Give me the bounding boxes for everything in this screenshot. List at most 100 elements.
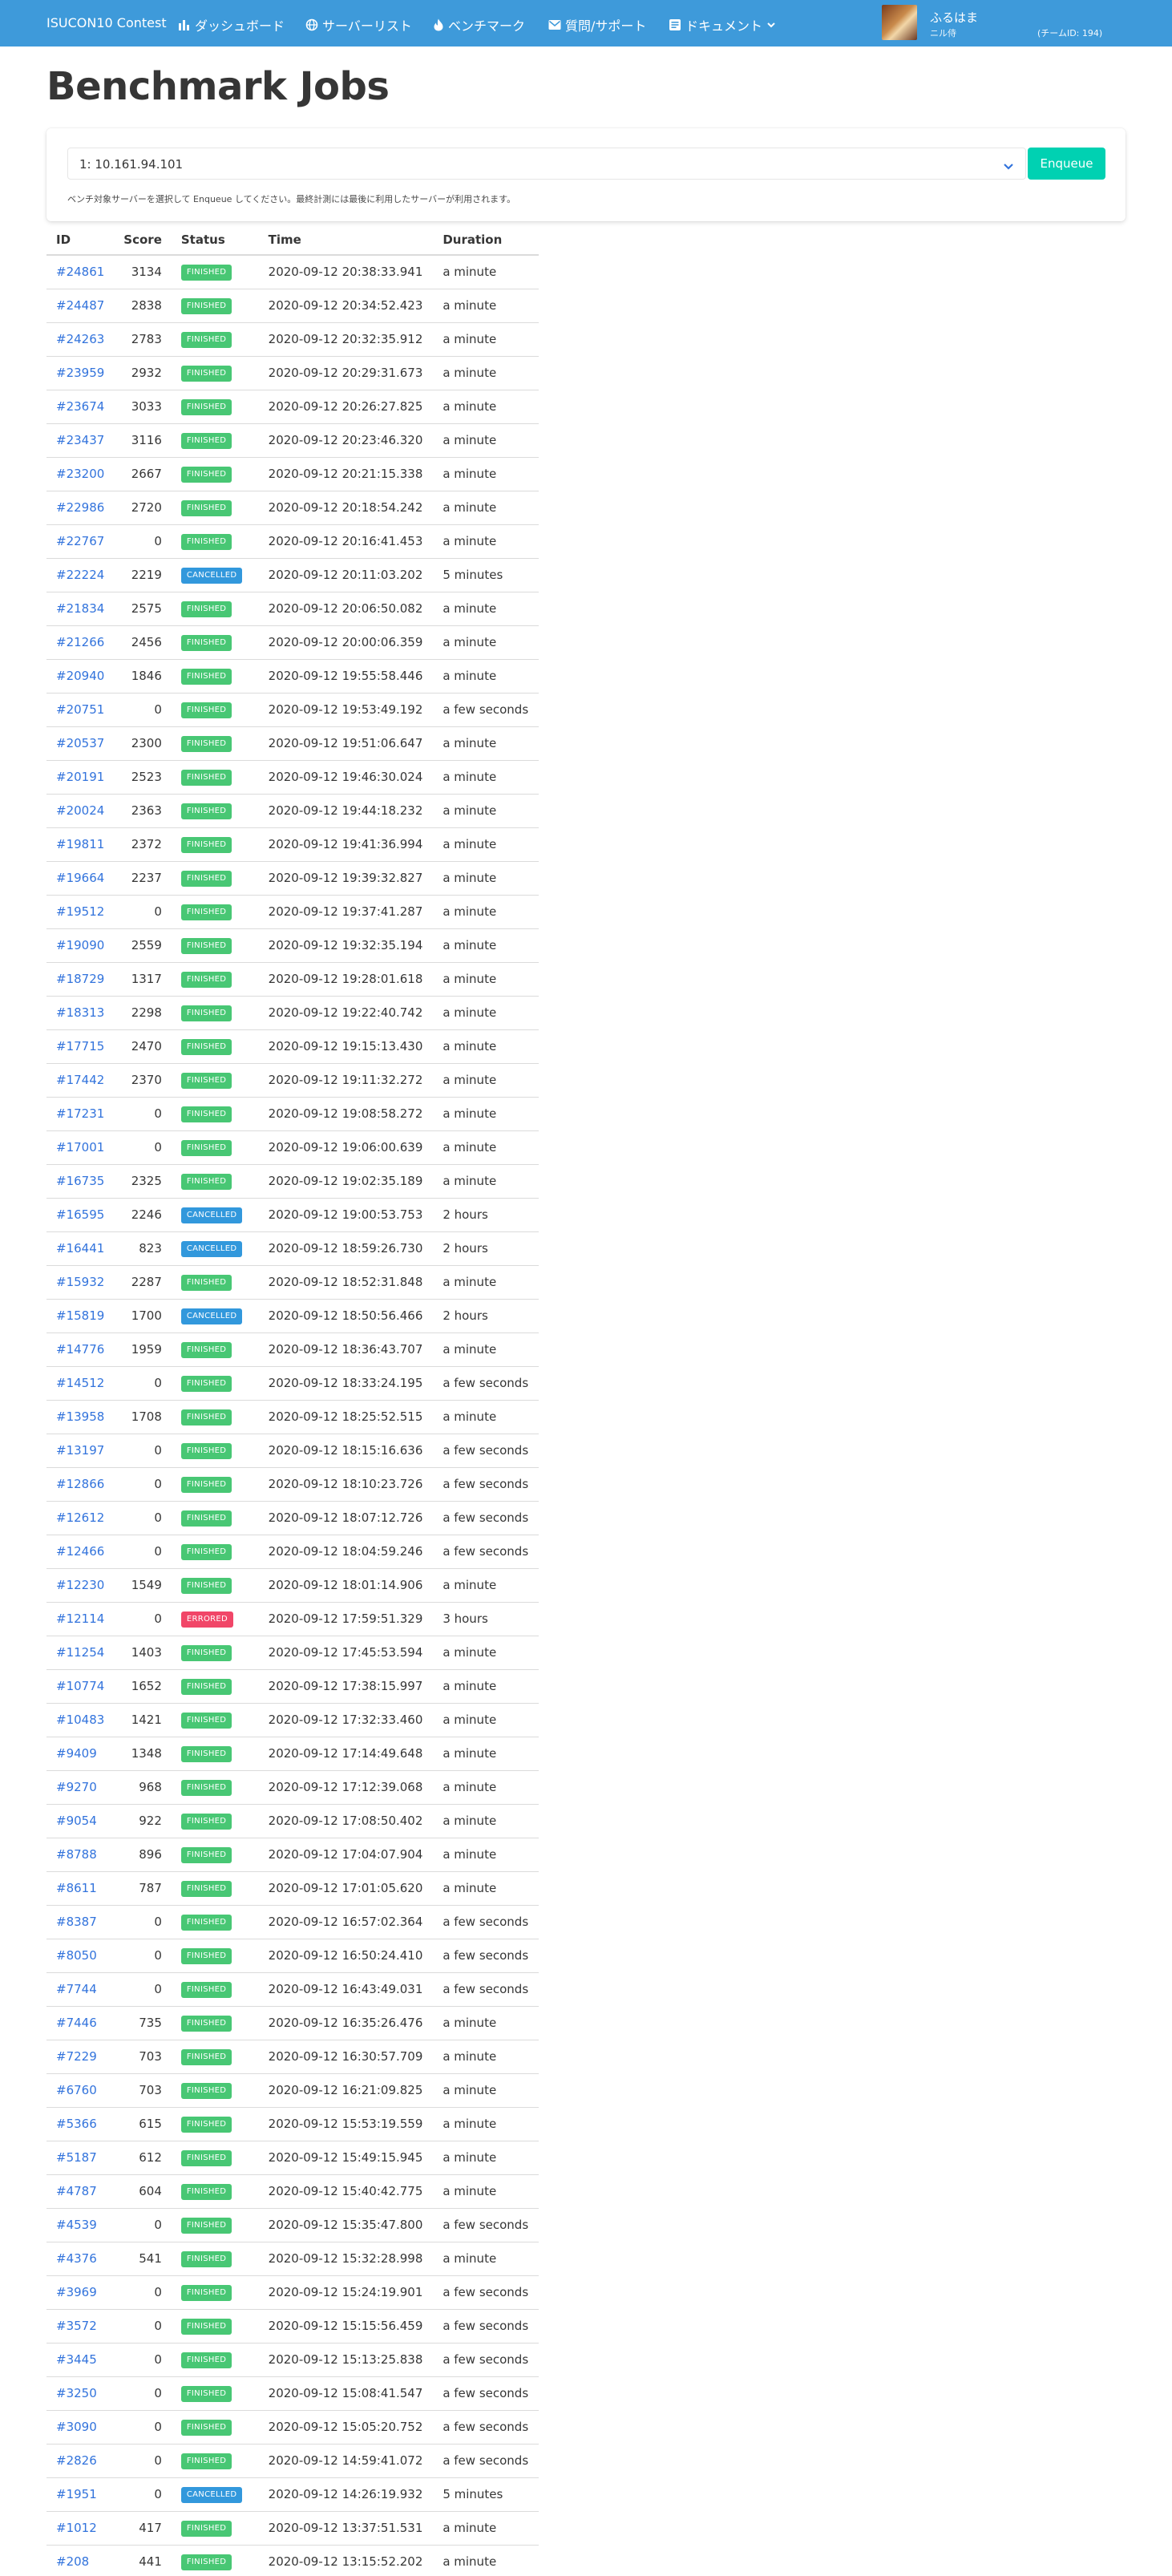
job-id-cell: #7229 xyxy=(46,2040,115,2074)
job-id-link[interactable]: #16735 xyxy=(56,1174,104,1188)
job-id-link[interactable]: #3090 xyxy=(56,2420,97,2434)
job-id-link[interactable]: #20537 xyxy=(56,736,104,750)
job-id-link[interactable]: #4539 xyxy=(56,2218,97,2232)
enqueue-button[interactable]: Enqueue xyxy=(1028,148,1105,180)
job-id-link[interactable]: #23959 xyxy=(56,366,104,380)
job-id-link[interactable]: #9054 xyxy=(56,1814,97,1828)
job-id-link[interactable]: #21266 xyxy=(56,635,104,649)
job-id-link[interactable]: #23200 xyxy=(56,467,104,481)
job-id-cell: #8050 xyxy=(46,1939,115,1973)
job-id-link[interactable]: #12612 xyxy=(56,1510,104,1525)
job-id-link[interactable]: #2826 xyxy=(56,2453,97,2468)
job-id-link[interactable]: #24861 xyxy=(56,265,104,279)
nav-item-benchmark[interactable]: ベンチマーク xyxy=(433,15,525,34)
job-id-link[interactable]: #19090 xyxy=(56,938,104,952)
nav-item-servers[interactable]: サーバーリスト xyxy=(305,15,412,34)
job-id-link[interactable]: #23674 xyxy=(56,399,104,414)
job-id-link[interactable]: #19664 xyxy=(56,871,104,885)
job-id-link[interactable]: #3969 xyxy=(56,2285,97,2299)
job-id-link[interactable]: #16441 xyxy=(56,1241,104,1256)
job-id-link[interactable]: #3572 xyxy=(56,2319,97,2333)
job-id-link[interactable]: #12866 xyxy=(56,1477,104,1491)
job-score: 2667 xyxy=(114,457,172,491)
job-id-link[interactable]: #12466 xyxy=(56,1544,104,1559)
job-id-link[interactable]: #21834 xyxy=(56,601,104,616)
job-id-link[interactable]: #14512 xyxy=(56,1376,104,1390)
brand-link[interactable]: ISUCON10 Contest xyxy=(46,15,167,30)
job-id-link[interactable]: #15932 xyxy=(56,1275,104,1289)
job-id-link[interactable]: #12114 xyxy=(56,1612,104,1626)
job-duration: a minute xyxy=(433,322,539,357)
job-id-link[interactable]: #5187 xyxy=(56,2150,97,2165)
job-id-link[interactable]: #7446 xyxy=(56,2016,97,2030)
status-badge: FINISHED xyxy=(180,2083,232,2099)
job-score: 0 xyxy=(114,1905,172,1939)
job-id-link[interactable]: #10774 xyxy=(56,1679,104,1693)
job-id-link[interactable]: #9270 xyxy=(56,1780,97,1794)
job-id-link[interactable]: #20940 xyxy=(56,669,104,683)
job-id-link[interactable]: #4787 xyxy=(56,2184,97,2198)
job-id-link[interactable]: #11254 xyxy=(56,1645,104,1660)
table-row: #23674 3033 FINISHED 2020-09-12 20:26:27.82… xyxy=(46,390,539,424)
status-badge: FINISHED xyxy=(180,2150,232,2166)
job-id-link[interactable]: #22224 xyxy=(56,568,104,582)
job-id-link[interactable]: #20751 xyxy=(56,702,104,717)
job-status-cell: FINISHED xyxy=(171,2174,259,2209)
job-id-link[interactable]: #7744 xyxy=(56,1982,97,1996)
job-id-link[interactable]: #24487 xyxy=(56,298,104,313)
job-id-link[interactable]: #3250 xyxy=(56,2386,97,2400)
job-time: 2020-09-12 19:08:58.272 xyxy=(258,1097,434,1131)
job-id-link[interactable]: #22767 xyxy=(56,534,104,548)
job-id-link[interactable]: #8050 xyxy=(56,1948,97,1963)
job-id-link[interactable]: #208 xyxy=(56,2554,89,2569)
job-id-link[interactable]: #1951 xyxy=(56,2487,97,2501)
job-id-link[interactable]: #20024 xyxy=(56,803,104,818)
job-id-link[interactable]: #15819 xyxy=(56,1308,104,1323)
table-row: #9409 1348 FINISHED 2020-09-12 17:14:49.648… xyxy=(46,1737,539,1771)
job-id-link[interactable]: #20191 xyxy=(56,770,104,784)
job-id-link[interactable]: #8611 xyxy=(56,1881,97,1895)
job-id-link[interactable]: #19512 xyxy=(56,904,104,919)
job-id-link[interactable]: #10483 xyxy=(56,1713,104,1727)
job-id-link[interactable]: #5366 xyxy=(56,2117,97,2131)
job-id-link[interactable]: #19811 xyxy=(56,837,104,851)
job-id-link[interactable]: #13958 xyxy=(56,1409,104,1424)
job-time: 2020-09-12 16:50:24.410 xyxy=(258,1939,434,1973)
job-id-link[interactable]: #17442 xyxy=(56,1073,104,1087)
job-status-cell: FINISHED xyxy=(171,2511,259,2546)
job-id-link[interactable]: #13197 xyxy=(56,1443,104,1458)
job-status-cell: FINISHED xyxy=(171,1636,259,1670)
job-id-link[interactable]: #17001 xyxy=(56,1140,104,1155)
job-score: 735 xyxy=(114,2006,172,2040)
table-row: #9270 968 FINISHED 2020-09-12 17:12:39.068 a… xyxy=(46,1770,539,1805)
job-id-link[interactable]: #9409 xyxy=(56,1746,97,1761)
job-id-link[interactable]: #12230 xyxy=(56,1578,104,1592)
job-id-link[interactable]: #14776 xyxy=(56,1342,104,1357)
job-id-link[interactable]: #8387 xyxy=(56,1915,97,1929)
nav-item-documents[interactable]: ドキュメント xyxy=(669,15,776,34)
job-id-link[interactable]: #18313 xyxy=(56,1005,104,1020)
job-id-link[interactable]: #6760 xyxy=(56,2083,97,2097)
job-id-link[interactable]: #17231 xyxy=(56,1106,104,1121)
job-score: 2720 xyxy=(114,491,172,525)
job-id-link[interactable]: #24263 xyxy=(56,332,104,346)
job-time: 2020-09-12 15:08:41.547 xyxy=(258,2376,434,2411)
table-row: #12866 0 FINISHED 2020-09-12 18:10:23.726 a … xyxy=(46,1467,539,1502)
job-id-link[interactable]: #4376 xyxy=(56,2251,97,2266)
user-avatar[interactable] xyxy=(882,5,917,40)
job-id-link[interactable]: #1012 xyxy=(56,2521,97,2535)
job-status-cell: CANCELLED xyxy=(171,558,259,592)
job-id-link[interactable]: #7229 xyxy=(56,2049,97,2064)
job-id-link[interactable]: #8788 xyxy=(56,1847,97,1862)
nav-item-dashboard[interactable]: ダッシュボード xyxy=(178,15,285,34)
job-id-link[interactable]: #16595 xyxy=(56,1207,104,1222)
job-time: 2020-09-12 20:18:54.242 xyxy=(258,491,434,525)
job-id-link[interactable]: #3445 xyxy=(56,2352,97,2367)
job-id-link[interactable]: #23437 xyxy=(56,433,104,447)
nav-item-support[interactable]: 質問/サポート xyxy=(548,15,646,34)
job-id-link[interactable]: #22986 xyxy=(56,500,104,515)
job-time: 2020-09-12 20:34:52.423 xyxy=(258,289,434,323)
job-id-link[interactable]: #18729 xyxy=(56,972,104,986)
job-id-link[interactable]: #17715 xyxy=(56,1039,104,1053)
server-select[interactable]: 1: 10.161.94.101 xyxy=(67,148,1026,180)
